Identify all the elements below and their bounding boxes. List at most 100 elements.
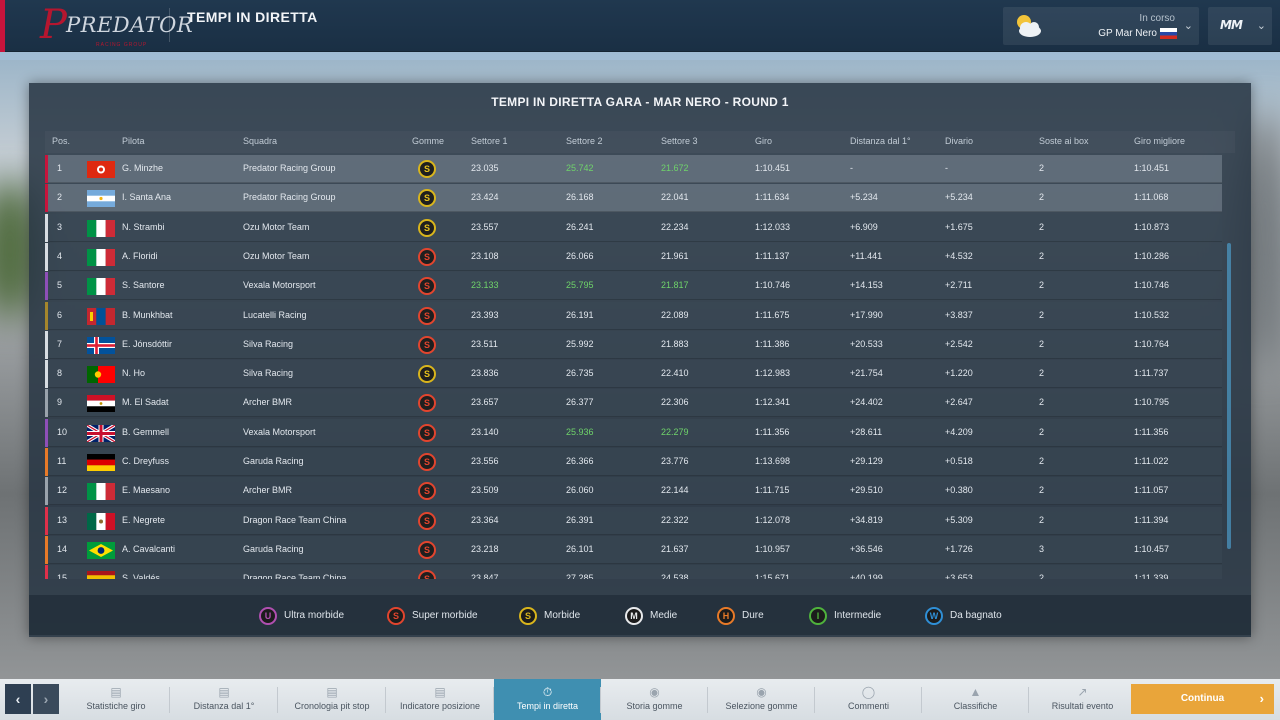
timing-table[interactable]: S 1 G. Minzhe Predator Racing Group 23.035 25… (45, 155, 1222, 579)
tyre-icon: ◉ (756, 685, 767, 699)
tyre-compound-icon: S (519, 607, 537, 625)
soft-tyre-icon: S (418, 189, 436, 208)
tab-commenti[interactable]: ◯ Commenti (815, 679, 922, 720)
cell-interval: +5.309 (945, 514, 973, 525)
cell-stops: 2 (1039, 485, 1045, 496)
tab-indicatore-posizione[interactable]: ▤ Indicatore posizione (386, 679, 494, 720)
cell-interval: +1.726 (945, 543, 973, 554)
bar-chart-icon: ▤ (218, 685, 230, 699)
germany-flag-icon (87, 454, 115, 471)
continue-button[interactable]: Continua › (1131, 684, 1274, 714)
cell-interval: +1.675 (945, 221, 973, 232)
cell-s3: 21.817 (661, 280, 689, 291)
cell-driver: S. Valdés (122, 573, 160, 579)
cell-pos: 6 (57, 309, 63, 320)
cell-team: Silva Racing (243, 338, 294, 349)
table-row[interactable]: S 13 E. Negrete Dragon Race Team China 23.36… (45, 506, 1222, 535)
cell-lap: 1:15.671 (755, 573, 791, 579)
cell-stops: 2 (1039, 338, 1045, 349)
cell-pos: 8 (57, 368, 63, 379)
table-row[interactable]: S 1 G. Minzhe Predator Racing Group 23.035 25… (45, 155, 1222, 183)
tab-label: Storia gomme (626, 701, 683, 711)
tab-tempi-in-diretta[interactable]: ⏱ Tempi in diretta (494, 679, 601, 720)
cell-s1: 23.108 (471, 250, 499, 261)
cell-interval: +2.542 (945, 338, 973, 349)
col-lap: Giro (755, 136, 773, 146)
cell-s1: 23.364 (471, 514, 499, 525)
cell-lap: 1:11.634 (755, 192, 790, 203)
tab-distanza-dal-1[interactable]: ▤ Distanza dal 1° (170, 679, 278, 720)
cell-lap: 1:10.957 (755, 543, 791, 554)
cell-gap-first: +20.533 (850, 338, 883, 349)
cell-gap-first: +40.199 (850, 573, 883, 579)
table-row[interactable]: S 14 A. Cavalcanti Garuda Racing 23.218 26.10… (45, 535, 1222, 564)
cell-s3: 21.961 (661, 250, 689, 261)
team-color-stripe (45, 213, 48, 242)
tab-classifiche[interactable]: ▲ Classifiche (922, 679, 1029, 720)
team-color-stripe (45, 272, 48, 301)
tab-risultati-evento[interactable]: ↗ Risultati evento (1029, 679, 1136, 720)
table-row[interactable]: S 8 N. Ho Silva Racing 23.836 26.735 22.410 1:1… (45, 360, 1222, 389)
race-info-dropdown[interactable]: In corso GP Mar Nero ⌄ (1003, 7, 1199, 45)
cell-pos: 9 (57, 397, 63, 408)
tab-selezione-gomme[interactable]: ◉ Selezione gomme (708, 679, 815, 720)
tyre-icon: ◉ (649, 685, 660, 699)
cell-interval: +2.711 (945, 280, 973, 291)
table-row[interactable]: S 15 S. Valdés Dragon Race Team China 23.847… (45, 565, 1222, 579)
col-team: Squadra (243, 136, 278, 146)
table-row[interactable]: S 4 A. Floridi Ozu Motor Team 23.108 26.066 21… (45, 242, 1222, 271)
tab-storia-gomme[interactable]: ◉ Storia gomme (601, 679, 708, 720)
spain-flag-icon (87, 571, 115, 579)
table-row[interactable]: S 7 E. Jónsdóttir Silva Racing 23.511 25.992 2… (45, 330, 1222, 359)
col-interval: Divario (945, 136, 974, 146)
table-row[interactable]: S 2 I. Santa Ana Predator Racing Group 23.42… (45, 184, 1222, 213)
cell-pos: 3 (57, 221, 63, 232)
supersoft-tyre-icon: S (418, 453, 436, 471)
cell-s1: 23.218 (471, 543, 499, 554)
legend-label: Intermedie (834, 610, 882, 621)
table-row[interactable]: S 6 B. Munkhbat Lucatelli Racing 23.393 26.19… (45, 301, 1222, 330)
table-scrollbar[interactable] (1227, 243, 1231, 549)
argentina-flag-icon (87, 190, 115, 208)
tab-statistiche-giro[interactable]: ▤ Statistiche giro (62, 679, 170, 720)
cell-driver: I. Santa Ana (122, 192, 172, 203)
cell-s2: 26.366 (566, 456, 594, 466)
legend-label: Super morbide (412, 610, 478, 621)
cell-stops: 2 (1039, 221, 1045, 232)
cell-s1: 23.556 (471, 456, 499, 466)
cell-lap: 1:12.341 (755, 397, 791, 408)
tab-cronologia-pit-stop[interactable]: ▤ Cronologia pit stop (278, 679, 386, 720)
top-bar: P PREDATOR RACING GROUP TEMPI IN DIRETTA… (0, 0, 1280, 52)
previous-button[interactable]: ‹ (5, 684, 31, 714)
cell-s2: 26.377 (566, 397, 594, 408)
cell-stops: 2 (1039, 368, 1045, 379)
cell-s1: 23.133 (471, 280, 499, 291)
cell-s1: 23.836 (471, 368, 499, 379)
tab-label: Risultati evento (1051, 701, 1114, 711)
soft-tyre-icon: S (418, 218, 436, 237)
table-row[interactable]: S 3 N. Strambi Ozu Motor Team 23.557 26.241 22… (45, 213, 1222, 242)
table-row[interactable]: S 9 M. El Sadat Archer BMR 23.657 26.377 22.30… (45, 389, 1222, 418)
table-row[interactable]: S 12 E. Maesano Archer BMR 23.509 26.060 22.14… (45, 477, 1222, 506)
menu-dropdown[interactable]: MM ⌄ (1208, 7, 1272, 45)
cell-team: Dragon Race Team China (243, 514, 347, 525)
live-timing-panel: TEMPI IN DIRETTA GARA - MAR NERO - ROUND… (29, 83, 1251, 637)
supersoft-tyre-icon: S (418, 423, 436, 442)
cell-lap: 1:11.715 (755, 485, 790, 496)
cell-gap-first: +21.754 (850, 368, 883, 379)
table-row[interactable]: S 5 S. Santore Vexala Motorsport 23.133 25.79… (45, 272, 1222, 301)
supersoft-tyre-icon: S (418, 482, 436, 501)
cell-s3: 21.637 (661, 543, 689, 554)
cell-lap: 1:11.356 (755, 426, 790, 437)
col-pit-stops: Soste ai box (1039, 136, 1089, 146)
table-row[interactable]: S 11 C. Dreyfuss Garuda Racing 23.556 26.366 2… (45, 448, 1222, 476)
cell-s3: 21.883 (661, 338, 689, 349)
cell-gap-first: +17.990 (850, 309, 883, 320)
legend-label: Medie (650, 610, 678, 621)
team-color-stripe (45, 389, 48, 418)
cell-pos: 15 (57, 573, 68, 579)
table-row[interactable]: S 10 B. Gemmell Vexala Motorsport 23.140 25.9… (45, 418, 1222, 447)
cell-gap-first: +14.153 (850, 280, 883, 291)
next-button[interactable]: › (33, 684, 59, 714)
cell-interval: - (945, 163, 948, 173)
